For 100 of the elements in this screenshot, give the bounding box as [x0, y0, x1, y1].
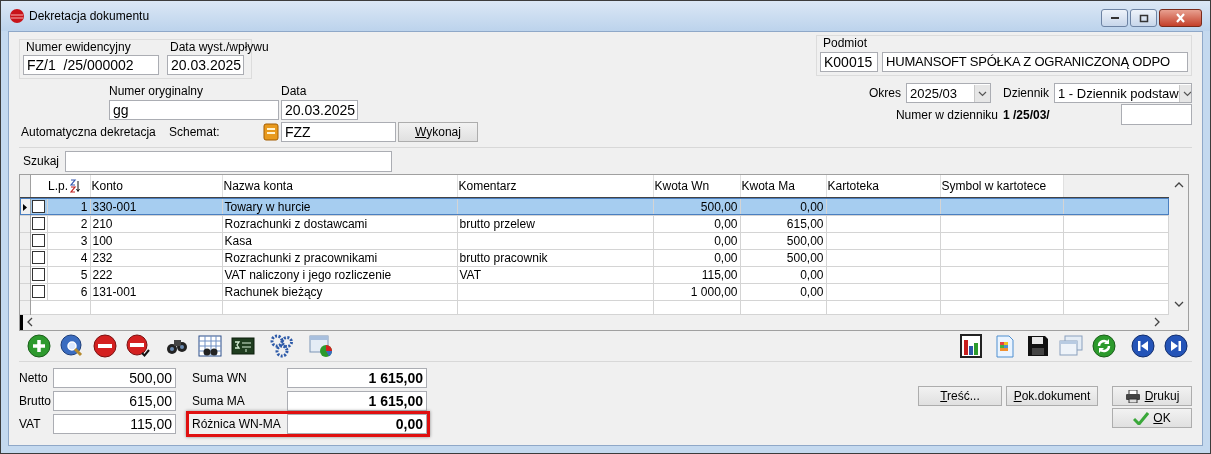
minimize-button[interactable]	[1101, 9, 1128, 27]
table-cell: 615,00	[786, 216, 824, 231]
table-cell: 0,00	[800, 284, 824, 299]
table-cell: Kasa	[224, 233, 252, 248]
field-label: Numer w dzienniku	[895, 107, 998, 122]
field-label: Dziennik	[1002, 86, 1049, 100]
table-cell: 0,00	[800, 199, 824, 214]
field-label: Okres	[868, 86, 901, 100]
window-chart-icon[interactable]	[309, 334, 333, 358]
table-row[interactable]: 4 232 Rozrachunki z pracownikami brutto pracownik 0,00 500,00	[20, 249, 1169, 266]
row-checkbox[interactable]	[31, 217, 45, 230]
name-field[interactable]: HUMANSOFT SPÓŁKA Z OGRANICZONĄ ODPO	[882, 52, 1188, 72]
table-cell: 3	[80, 233, 88, 248]
minimize-icon	[1109, 16, 1120, 20]
row-pointer-icon	[22, 203, 27, 211]
maximize-button[interactable]	[1130, 9, 1157, 27]
calculator-icon[interactable]	[231, 334, 255, 358]
table-cell: 0,00	[800, 267, 824, 282]
field-label: Suma WN	[192, 371, 248, 385]
action-button[interactable]: Treść...	[918, 386, 1002, 406]
total-field: 1 615,00	[287, 368, 427, 388]
bar-chart-icon[interactable]	[960, 334, 984, 358]
first-record-icon[interactable]	[1131, 334, 1155, 358]
field-label: Schemat:	[169, 125, 221, 139]
table-cell: 330-001	[92, 199, 137, 214]
text-field[interactable]	[1121, 104, 1192, 125]
table-search-icon[interactable]	[198, 334, 222, 358]
table-cell: Rozrachunki z dostawcami	[224, 216, 368, 231]
date-field[interactable]: 20.03.2025	[281, 100, 358, 120]
row-checkbox[interactable]	[31, 268, 45, 281]
field-label: Data wyst./wpływu	[169, 40, 270, 54]
code-field[interactable]: K00015	[820, 52, 878, 72]
scroll-down-icon[interactable]	[1173, 300, 1184, 308]
refresh-icon[interactable]	[1092, 334, 1116, 358]
text-field[interactable]: gg	[109, 100, 279, 120]
field-label: Brutto	[19, 394, 52, 408]
table-cell: 500,00	[700, 199, 738, 214]
print-button[interactable]: Drukuj	[1112, 386, 1192, 406]
table-row[interactable]: 6 131-001 Rachunek bieżący 1 000,00 0,00	[20, 283, 1169, 300]
table-cell: 232	[92, 250, 113, 265]
vertical-scrollbar[interactable]	[1169, 175, 1188, 330]
table-cell: 500,00	[786, 233, 824, 248]
table-row[interactable]: 2 210 Rozrachunki z dostawcami brutto przelew 0,00 615,00	[20, 215, 1169, 232]
search-label: Szukaj	[23, 154, 60, 168]
amount-field: 115,00	[53, 414, 176, 434]
table-row[interactable]: 1 330-001 Towary w hurcie 500,00 0,00	[20, 198, 1169, 215]
table-cell: 100	[92, 233, 113, 248]
table-cell: 222	[92, 267, 113, 282]
table-cell: brutto pracownik	[459, 250, 548, 265]
table-cell: 6	[80, 284, 88, 299]
save-icon[interactable]	[1026, 334, 1050, 358]
table-cell: Towary w hurcie	[224, 199, 311, 214]
table-cell: Rozrachunki z pracownikami	[224, 250, 378, 265]
remove-checked-icon[interactable]	[126, 334, 150, 358]
date-field[interactable]: 20.03.2025	[167, 55, 244, 75]
document-grid-icon[interactable]	[993, 334, 1017, 358]
amount-field: 500,00	[53, 368, 176, 388]
close-button[interactable]	[1159, 9, 1202, 27]
remove-icon[interactable]	[93, 334, 117, 358]
field-label: VAT	[19, 417, 42, 431]
field-label: Podmiot	[822, 36, 869, 50]
table-cell: 1	[80, 199, 88, 214]
last-record-icon[interactable]	[1164, 334, 1188, 358]
row-checkbox[interactable]	[31, 234, 45, 247]
table-cell: 0,00	[714, 250, 738, 265]
text-field[interactable]: FZ/1 /25/000002	[23, 55, 159, 75]
table-cell: 5	[80, 267, 88, 282]
field-label: Suma MA	[192, 394, 246, 408]
printer-icon	[1124, 389, 1141, 403]
table-cell: 0,00	[714, 216, 738, 231]
row-checkbox[interactable]	[31, 285, 45, 298]
table-cell: 210	[92, 216, 113, 231]
table-cell: 2	[80, 216, 88, 231]
checkmark-icon	[1133, 411, 1150, 425]
journal-dropdown[interactable]: 1 - Dziennik podstaw	[1054, 83, 1192, 103]
action-button[interactable]: Pok.dokument	[1006, 386, 1098, 406]
search-icon[interactable]	[60, 334, 84, 358]
execute-button[interactable]: Wykonaj	[398, 122, 478, 142]
field-label: Data	[281, 84, 308, 98]
table-row[interactable]: 3 100 Kasa 0,00 500,00	[20, 232, 1169, 249]
add-icon[interactable]	[27, 334, 51, 358]
gears-icon[interactable]	[270, 334, 294, 358]
total-field: 0,00	[287, 414, 427, 434]
table-cell: 131-001	[92, 284, 137, 299]
scroll-up-icon[interactable]	[1173, 181, 1184, 189]
picker-icon[interactable]	[263, 123, 279, 141]
text-field[interactable]: FZZ	[281, 122, 396, 142]
table-cell: 500,00	[786, 250, 824, 265]
table-cell: VAT	[459, 267, 482, 282]
ok-button[interactable]: OK	[1112, 408, 1192, 428]
scroll-right-icon[interactable]	[1153, 317, 1161, 328]
field-label: Netto	[19, 371, 49, 385]
row-checkbox[interactable]	[31, 251, 45, 264]
scroll-left-icon[interactable]	[26, 317, 34, 328]
search-field[interactable]	[65, 150, 393, 172]
table-cell: brutto przelew	[459, 216, 535, 231]
table-row[interactable]: 5 222 VAT naliczony i jego rozliczenie VAT 115,00 0,00	[20, 266, 1169, 283]
period-dropdown[interactable]: 2025/03	[905, 83, 991, 103]
row-checkbox[interactable]	[31, 200, 45, 214]
field-label: Różnica WN-MA	[192, 417, 282, 431]
